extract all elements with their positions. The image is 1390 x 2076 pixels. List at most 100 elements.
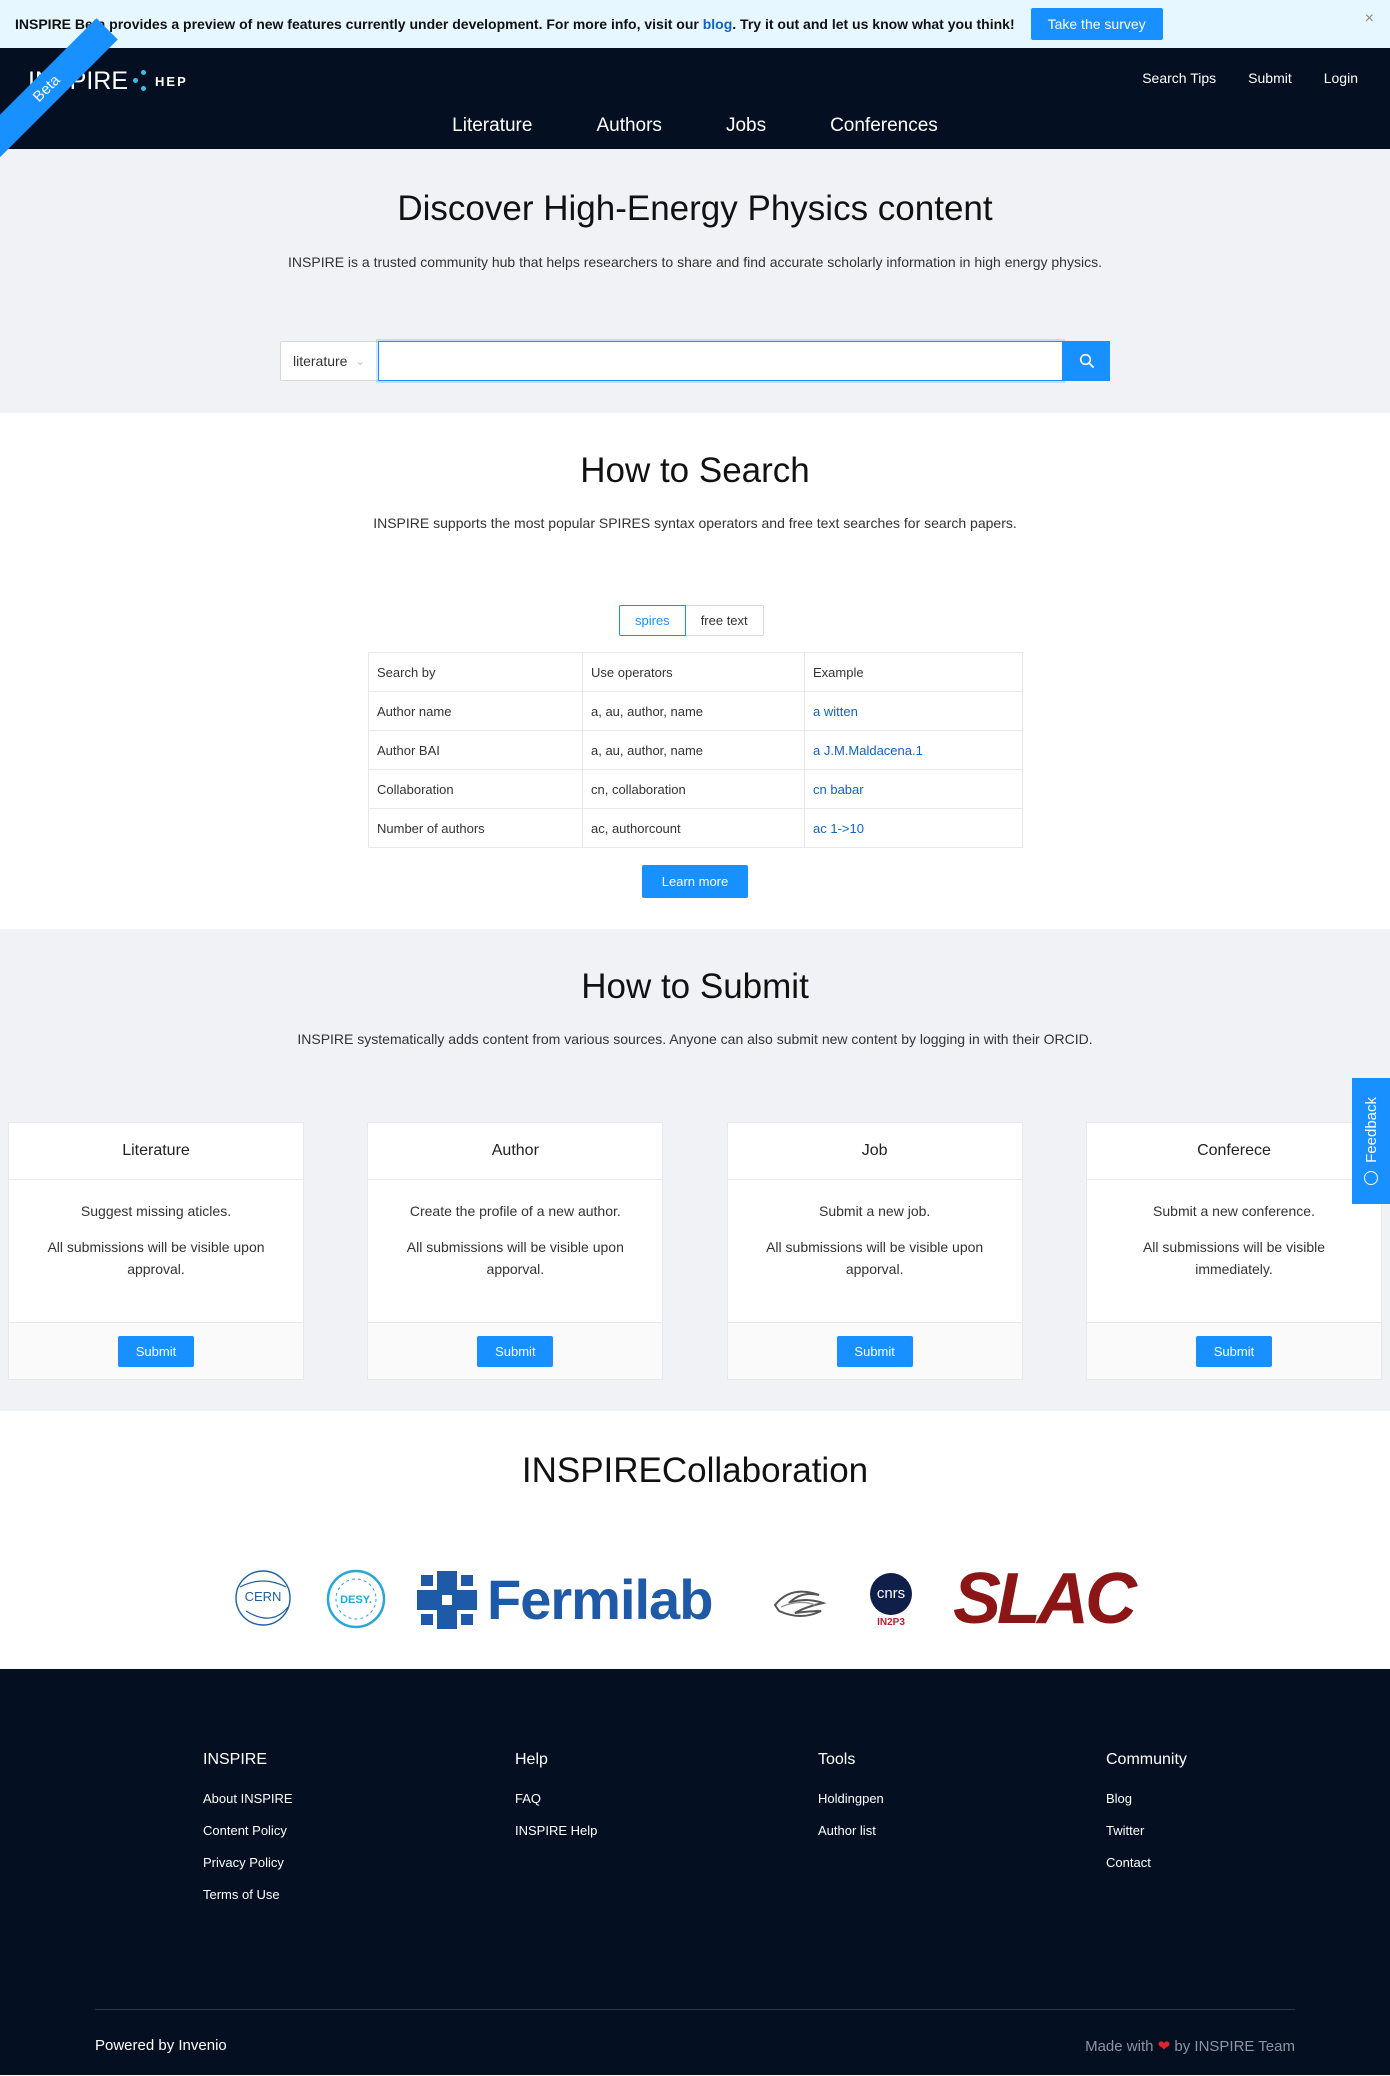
powered-by: Powered by Invenio [95, 2037, 227, 2054]
logo-suffix: HEP [155, 73, 188, 89]
table-cell: Number of authors [368, 808, 583, 848]
search-scope-value: literature [293, 353, 348, 369]
card-text: Submit a new job. [819, 1203, 931, 1219]
search-tips-link[interactable]: Search Tips [1142, 70, 1216, 86]
banner-text: Beta provides a preview of new features … [71, 16, 703, 32]
main-nav: Literature Authors Jobs Conferences [0, 115, 1390, 137]
card-body: Create the profile of a new author. All … [368, 1180, 662, 1322]
card-text: All submissions will be visible upon app… [47, 1239, 265, 1277]
cnrs-mark: cnrs [870, 1573, 912, 1615]
table-row: Author BAI a, au, author, name a J.M.Mal… [368, 730, 1023, 770]
toggle-free-text[interactable]: free text [685, 605, 764, 636]
footer-link[interactable]: About INSPIRE [203, 1791, 293, 1806]
collaboration-section: INSPIRECollaboration CERN DESY. Fermilab… [0, 1411, 1390, 1669]
feedback-label: Feedback [1362, 1097, 1380, 1163]
table-cell: a, au, author, name [582, 730, 805, 770]
made-with: Made with ❤ by INSPIRE Team [1085, 2037, 1295, 2055]
nav-literature[interactable]: Literature [452, 115, 532, 137]
search-icon [1079, 353, 1094, 368]
search-scope-select[interactable]: literature ⌄ [280, 341, 378, 381]
submit-author-button[interactable]: Submit [477, 1335, 554, 1367]
submit-conference-button[interactable]: Submit [1195, 1335, 1272, 1367]
footer-column-tools: Tools Holdingpen Author list [818, 1751, 884, 1855]
footer-link[interactable]: Holdingpen [818, 1791, 884, 1806]
search-input[interactable] [378, 341, 1063, 381]
how-to-search-section: How to Search INSPIRE supports the most … [0, 413, 1390, 929]
card-title: Conferece [1086, 1123, 1381, 1180]
fermilab-logo[interactable]: Fermilab [417, 1568, 713, 1631]
how-to-submit-title: How to Submit [581, 967, 809, 1006]
footer-link[interactable]: FAQ [515, 1791, 597, 1806]
card-footer: Submit [1086, 1322, 1381, 1379]
footer-link[interactable]: Blog [1106, 1791, 1187, 1806]
site-header: Beta INSPIRE HEP Search Tips Submit Logi… [0, 18, 1390, 160]
submit-card-literature: Literature Suggest missing aticles. All … [8, 1122, 304, 1380]
example-link[interactable]: ac 1->10 [804, 808, 1023, 848]
nav-authors[interactable]: Authors [596, 115, 661, 137]
footer-link[interactable]: Twitter [1106, 1823, 1187, 1838]
made-with-text: Made with [1085, 2038, 1154, 2055]
table-cell: cn, collaboration [582, 769, 805, 809]
cnrs-logo[interactable]: cnrs IN2P3 [870, 1573, 912, 1628]
footer-link[interactable]: Privacy Policy [203, 1855, 293, 1870]
table-cell: Collaboration [368, 769, 583, 809]
take-survey-button[interactable]: Take the survey [1030, 8, 1163, 40]
banner-message: INSPIRE Beta provides a preview of new f… [15, 16, 1015, 32]
submit-literature-button[interactable]: Submit [118, 1335, 194, 1367]
ijclab-logo[interactable] [771, 1581, 827, 1628]
how-to-search-desc: INSPIRE supports the most popular SPIRES… [373, 515, 1017, 531]
close-icon[interactable]: × [1365, 10, 1374, 28]
example-link[interactable]: a J.M.Maldacena.1 [804, 730, 1023, 770]
column-header: Use operators [582, 652, 805, 692]
footer-link[interactable]: INSPIRE Help [515, 1823, 597, 1838]
partner-logos: CERN DESY. Fermilab cnrs IN2P3 SLAC [0, 1561, 1390, 1635]
example-link[interactable]: cn babar [804, 769, 1023, 809]
fermilab-wordmark: Fermilab [487, 1568, 713, 1631]
nav-conferences[interactable]: Conferences [830, 115, 938, 137]
card-title: Literature [9, 1123, 303, 1180]
submit-cards: Literature Suggest missing aticles. All … [8, 1122, 1382, 1380]
submit-card-author: Author Create the profile of a new autho… [367, 1122, 664, 1380]
card-text: Submit a new conference. [1153, 1203, 1315, 1219]
card-footer: Submit [9, 1322, 303, 1379]
nav-jobs[interactable]: Jobs [726, 115, 766, 137]
collaboration-title: INSPIRECollaboration [521, 1451, 869, 1490]
table-row: Collaboration cn, collaboration cn babar [368, 769, 1023, 809]
cern-logo[interactable]: CERN [232, 1567, 294, 1634]
footer-column-title: Tools [818, 1751, 856, 1768]
card-body: Submit a new job. All submissions will b… [728, 1180, 1022, 1322]
banner-blog-link[interactable]: blog [703, 16, 733, 32]
feedback-tab[interactable]: Feedback [1352, 1078, 1390, 1204]
search-operators-table: Search by Use operators Example Author n… [368, 652, 1023, 848]
footer-column-help: Help FAQ INSPIRE Help [515, 1751, 597, 1855]
footer-link[interactable]: Terms of Use [203, 1887, 293, 1902]
card-text: All submissions will be visible upon app… [406, 1239, 624, 1277]
desy-logo[interactable]: DESY. [326, 1569, 386, 1634]
card-text: All submissions will be visible immediat… [1142, 1239, 1326, 1277]
heart-icon: ❤ [1157, 2038, 1171, 2055]
table-cell: a, au, author, name [582, 691, 805, 731]
footer-link[interactable]: Content Policy [203, 1823, 293, 1838]
login-link[interactable]: Login [1324, 70, 1358, 86]
toggle-spires[interactable]: spires [619, 605, 686, 636]
card-text: Suggest missing aticles. [80, 1203, 232, 1219]
card-footer: Submit [368, 1322, 663, 1379]
table-row: Author name a, au, author, name a witten [368, 691, 1023, 731]
table-cell: ac, authorcount [582, 808, 805, 848]
table-cell: Author BAI [368, 730, 583, 770]
slac-logo[interactable]: SLAC [953, 1563, 1137, 1635]
example-link[interactable]: a witten [804, 691, 1023, 731]
submit-link[interactable]: Submit [1248, 70, 1292, 86]
footer-column-community: Community Blog Twitter Contact [1106, 1751, 1187, 1887]
footer-link[interactable]: Author list [818, 1823, 884, 1838]
search-button[interactable] [1063, 341, 1110, 381]
submit-job-button[interactable]: Submit [836, 1335, 913, 1367]
how-to-search-title: How to Search [580, 451, 810, 490]
footer-column-title: Help [515, 1751, 548, 1768]
search-bar: literature ⌄ [280, 341, 1110, 381]
how-to-submit-desc: INSPIRE systematically adds content from… [297, 1031, 1093, 1047]
submit-card-conference: Conferece Submit a new conference. All s… [1085, 1122, 1382, 1380]
logo-dots-icon [133, 66, 149, 96]
learn-more-button[interactable]: Learn more [642, 865, 748, 898]
footer-link[interactable]: Contact [1106, 1855, 1187, 1870]
